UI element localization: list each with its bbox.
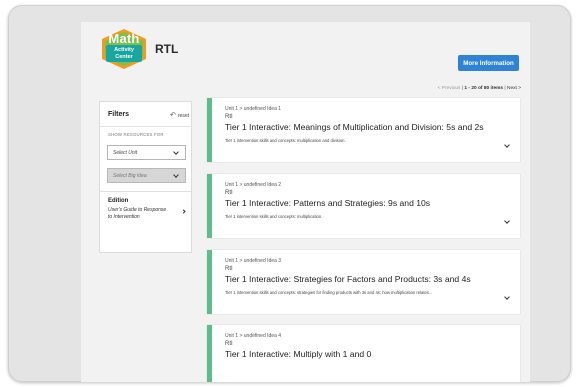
reset-label: reset — [177, 112, 189, 119]
filters-panel: Filters ↶ reset SHOW RESOURCES FOR Selec… — [99, 101, 192, 253]
page-title: RTL — [155, 42, 179, 56]
card-description: Tier 1 intervention skills and concepts:… — [225, 138, 346, 143]
reset-icon: ↶ — [170, 112, 176, 119]
previous-link[interactable]: < Previous — [438, 86, 461, 91]
card-breadcrumb: Unit 1 > undefined Idea 2 — [225, 182, 282, 188]
card-tag: RtI — [225, 190, 233, 196]
card-tag: RtI — [225, 266, 233, 272]
card-description: Tier 1 intervention skills and concepts:… — [225, 214, 323, 219]
pager-range: 1 - 20 of 80 items — [464, 86, 504, 91]
reset-button[interactable]: ↶ reset — [170, 112, 189, 119]
more-information-button[interactable]: More Information — [458, 55, 519, 71]
logo-activity-text: Activity — [114, 47, 134, 53]
resource-card[interactable]: Unit 1 > undefined Idea 4 RtI Tier 1 Int… — [207, 325, 520, 382]
card-breadcrumb: Unit 1 > undefined Idea 4 — [225, 333, 282, 339]
show-resources-label: SHOW RESOURCES FOR — [108, 132, 164, 137]
big-idea-select[interactable]: Select Big Idea — [107, 168, 186, 183]
card-description: Tier 1 intervention skills and concepts:… — [225, 290, 433, 295]
card-breadcrumb: Unit 1 > undefined Idea 3 — [225, 258, 282, 264]
edition-title: Edition — [108, 198, 129, 204]
chevron-down-icon — [173, 172, 179, 178]
logo-math-text: Math — [108, 31, 140, 46]
resource-card[interactable]: Unit 1 > undefined Idea 3 RtI Tier 1 Int… — [207, 250, 520, 314]
edition-link[interactable]: User's Guide to Response to Intervention — [108, 207, 168, 221]
chevron-down-icon[interactable] — [504, 218, 510, 224]
card-tag: RtI — [225, 341, 233, 347]
card-title[interactable]: Tier 1 Interactive: Meanings of Multipli… — [225, 122, 484, 132]
pagination: < Previous | 1 - 20 of 80 items | Next > — [373, 86, 521, 91]
chevron-down-icon[interactable] — [504, 294, 510, 300]
card-title[interactable]: Tier 1 Interactive: Patterns and Strateg… — [225, 198, 430, 208]
app-screen: Math Activity Center RTL More Informatio… — [81, 22, 530, 382]
card-title[interactable]: Tier 1 Interactive: Strategies for Facto… — [225, 274, 471, 284]
chevron-right-icon[interactable] — [181, 209, 186, 214]
card-breadcrumb: Unit 1 > undefined Idea 1 — [225, 106, 282, 112]
math-activity-center-logo[interactable]: Math Activity Center — [100, 28, 148, 70]
divider — [100, 126, 191, 127]
chevron-down-icon — [173, 149, 179, 155]
logo-center-text: Center — [115, 54, 133, 60]
divider — [100, 191, 191, 192]
card-tag: RtI — [225, 114, 233, 120]
filters-title: Filters — [108, 111, 130, 118]
device-frame: Math Activity Center RTL More Informatio… — [8, 5, 571, 382]
unit-select-value: Select Unit — [113, 149, 138, 156]
big-idea-select-value: Select Big Idea — [113, 172, 147, 179]
resource-card[interactable]: Unit 1 > undefined Idea 2 RtI Tier 1 Int… — [207, 174, 520, 238]
chevron-down-icon[interactable] — [504, 142, 510, 148]
resource-card[interactable]: Unit 1 > undefined Idea 1 RtI Tier 1 Int… — [207, 98, 520, 162]
next-link[interactable]: Next > — [507, 86, 521, 91]
unit-select[interactable]: Select Unit — [107, 145, 186, 160]
card-title[interactable]: Tier 1 Interactive: Multiply with 1 and … — [225, 349, 371, 359]
